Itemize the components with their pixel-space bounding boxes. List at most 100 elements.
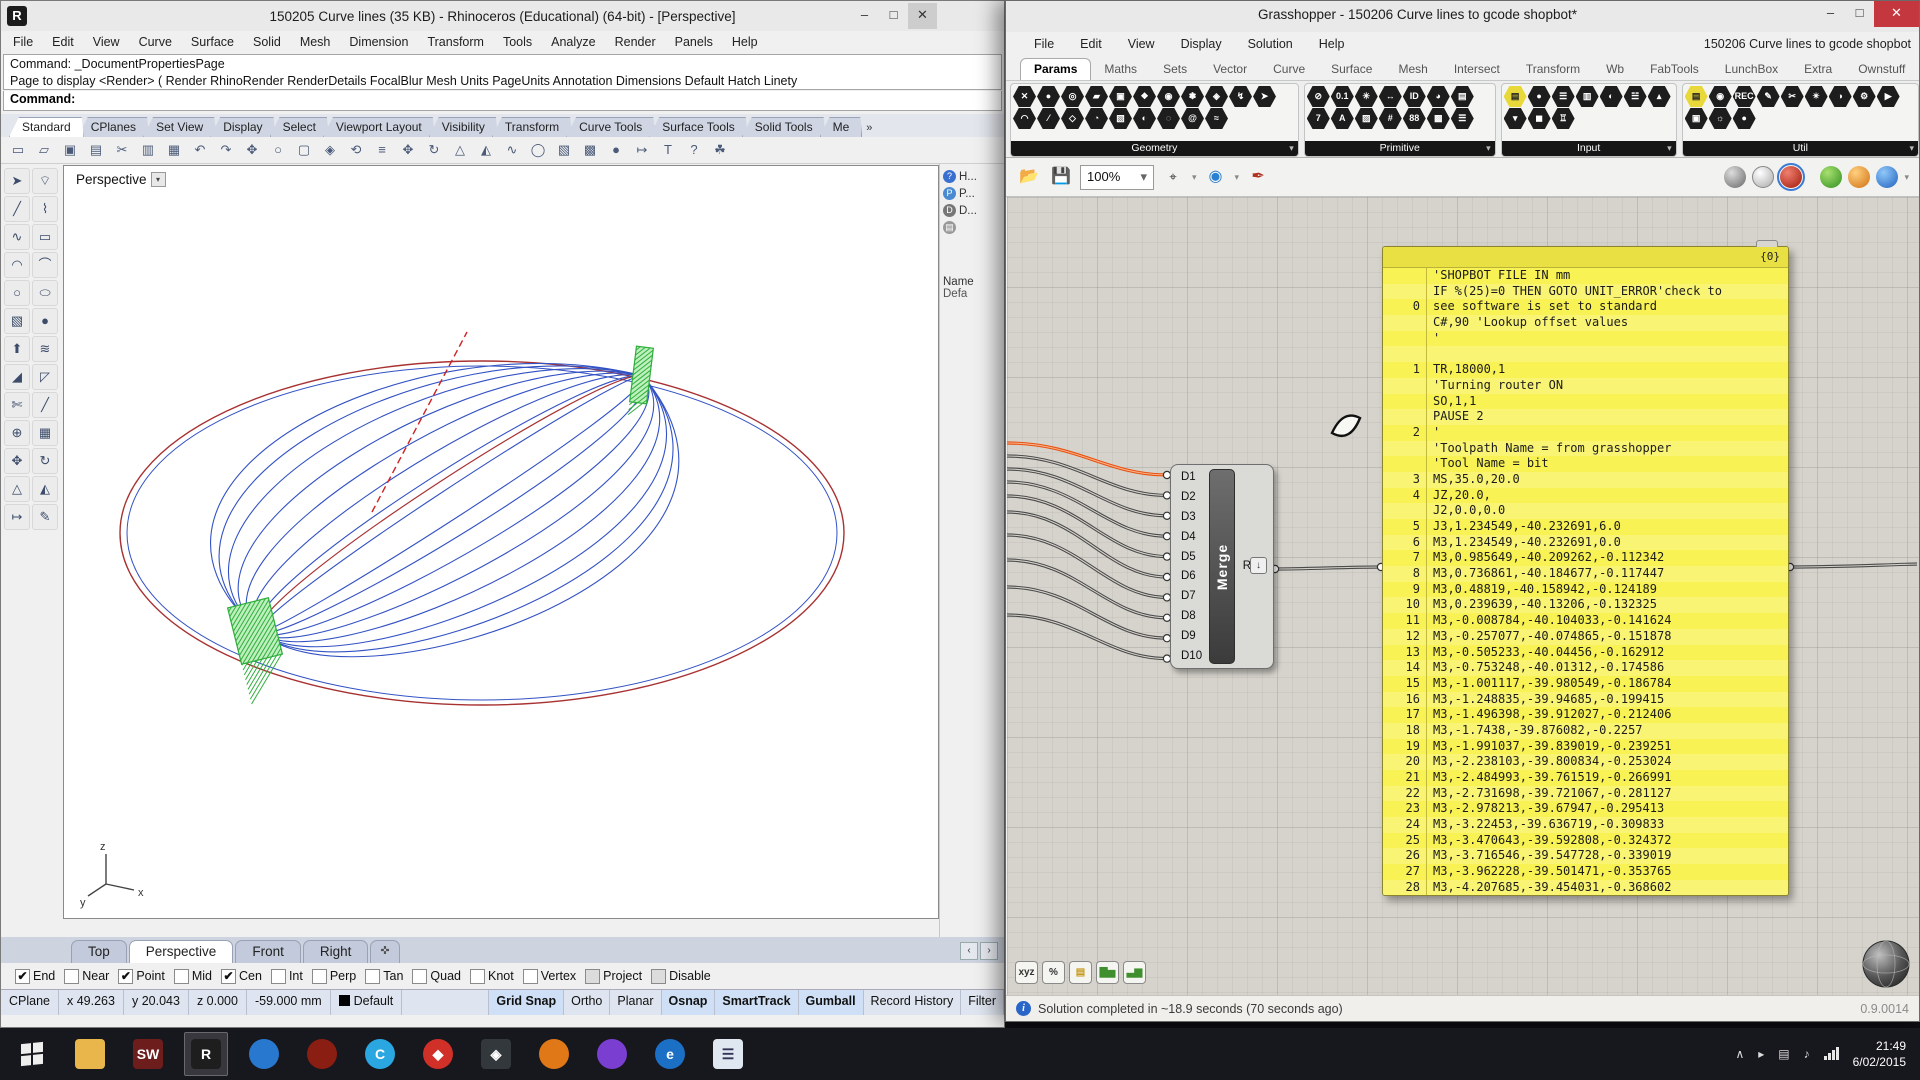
preview-eye-icon[interactable]: ◉ [1203, 164, 1229, 190]
file-explorer-icon[interactable] [68, 1032, 112, 1076]
copy-icon[interactable]: ▥ [137, 139, 159, 161]
rectangle-icon[interactable]: ▭ [32, 224, 58, 250]
help-icon[interactable]: ? [683, 139, 705, 161]
rhino-maximize-button[interactable]: □ [879, 3, 908, 29]
gh-tab-lunchbox[interactable]: LunchBox [1712, 59, 1791, 80]
layers-icon[interactable]: ≡ [371, 139, 393, 161]
gh-maximize-button[interactable]: □ [1845, 1, 1874, 27]
gh-tab-curve[interactable]: Curve [1260, 59, 1318, 80]
solidworks-icon[interactable]: SW [126, 1032, 170, 1076]
viewport-dropdown-icon[interactable]: ▾ [150, 172, 166, 187]
param-icon[interactable]: ▣ [1109, 86, 1132, 107]
panel-header[interactable]: {0} [1383, 247, 1788, 268]
palette-group-label[interactable]: Primitive ▾ [1304, 141, 1495, 156]
toolbar-tab-surface-tools[interactable]: Surface Tools [649, 117, 748, 137]
paint-app-icon[interactable] [532, 1032, 576, 1076]
split-icon[interactable]: ╱ [32, 392, 58, 418]
toolbar-tab-solid-tools[interactable]: Solid Tools [742, 117, 826, 137]
osnap-checkbox-mid[interactable] [173, 968, 189, 984]
param-icon[interactable]: ▧ [1109, 108, 1132, 129]
gh-tab-transform[interactable]: Transform [1513, 59, 1593, 80]
rhino-command-prompt[interactable]: Command: [3, 91, 1002, 111]
move-tool-icon[interactable]: ✥ [4, 448, 30, 474]
circle-tool-icon[interactable]: ○ [4, 280, 30, 306]
merge-input-d8[interactable]: D8 [1181, 610, 1202, 622]
osnap-checkbox-disable[interactable] [651, 968, 667, 984]
paint-icon[interactable]: ✎ [32, 504, 58, 530]
open-file-icon[interactable]: ▱ [33, 139, 55, 161]
param-icon[interactable]: ◑ [1828, 86, 1852, 107]
pinwheel-app-icon[interactable]: ◆ [416, 1032, 460, 1076]
param-icon[interactable]: ▰ [1085, 86, 1108, 107]
param-icon[interactable]: ➤ [1253, 86, 1276, 107]
gh-tab-ownstuff[interactable]: Ownstuff [1845, 59, 1918, 80]
zoom-extents-icon[interactable]: ⌖ [1160, 164, 1186, 190]
network-icon[interactable] [1823, 1047, 1839, 1060]
polyline-icon[interactable]: ⌇ [32, 196, 58, 222]
taskbar-clock[interactable]: 21:49 6/02/2015 [1853, 1038, 1906, 1070]
viewport-tab-top[interactable]: Top [71, 940, 127, 963]
redo-icon[interactable]: ↷ [215, 139, 237, 161]
osnap-checkbox-near[interactable] [64, 968, 80, 984]
box-tool-icon[interactable]: ▧ [4, 308, 30, 334]
merge-input-d7[interactable]: D7 [1181, 590, 1202, 602]
rhino-command-history[interactable]: Command: _DocumentPropertiesPage Page to… [3, 54, 1002, 90]
param-icon[interactable]: 0.1 [1330, 86, 1354, 107]
gh-minimize-button[interactable]: – [1816, 1, 1845, 27]
param-icon[interactable]: ◇ [1061, 108, 1084, 129]
gh-tab-surface[interactable]: Surface [1318, 59, 1385, 80]
toolbar-tab-display[interactable]: Display [210, 117, 275, 137]
param-icon[interactable]: ✂ [1780, 86, 1804, 107]
merge-component[interactable]: D1 D2 D3 D4 D5 D6 D7 D8 D9 D10 Merge R ↓ [1170, 464, 1274, 669]
canvas-compass[interactable] [1859, 937, 1913, 991]
sphere-tool-icon[interactable]: ● [32, 308, 58, 334]
menu-view[interactable]: View [93, 35, 120, 49]
param-icon[interactable]: ● [1527, 86, 1551, 107]
gh-menu-display[interactable]: Display [1181, 37, 1222, 51]
merge-input-d2[interactable]: D2 [1181, 491, 1202, 503]
toggle-gumball[interactable]: Gumball [798, 990, 864, 1015]
param-icon[interactable]: 88 [1402, 108, 1426, 129]
param-icon[interactable]: ⁄ [1037, 108, 1060, 129]
gh-menu-help[interactable]: Help [1319, 37, 1345, 51]
toggle-grid-snap[interactable]: Grid Snap [489, 990, 565, 1015]
select-arrow-icon[interactable]: ➤ [4, 168, 30, 194]
menu-surface[interactable]: Surface [191, 35, 234, 49]
merge-input-d5[interactable]: D5 [1181, 551, 1202, 563]
palette-group-label[interactable]: Geometry ▾ [1011, 141, 1298, 156]
osnap-checkbox-perp[interactable] [311, 968, 327, 984]
preview-wire-gem-icon[interactable] [1752, 166, 1775, 188]
param-icon[interactable]: ▨ [1354, 108, 1378, 129]
chrome-icon[interactable]: C [358, 1032, 402, 1076]
zoom-window-icon[interactable]: ▢ [293, 139, 315, 161]
menu-dimension[interactable]: Dimension [349, 35, 408, 49]
osnap-checkbox-end[interactable]: ✔ [15, 968, 30, 984]
toolbar-tab-set-view[interactable]: Set View [143, 117, 216, 137]
osnap-checkbox-int[interactable] [270, 968, 286, 984]
status-field-1[interactable]: x 49.263 [59, 990, 124, 1015]
gh-tab-intersect[interactable]: Intersect [1441, 59, 1513, 80]
rotate-view-icon[interactable]: ⟲ [345, 139, 367, 161]
save-file-icon[interactable]: 💾 [1048, 164, 1074, 190]
param-icon[interactable]: ✴ [1804, 86, 1828, 107]
osnap-checkbox-knot[interactable] [470, 968, 485, 984]
dimension-icon[interactable]: ↦ [631, 139, 653, 161]
toolbar-tab-select[interactable]: Select [270, 117, 329, 137]
zoom-extents-icon[interactable]: ◈ [319, 139, 341, 161]
rhino-minimize-button[interactable]: – [850, 3, 879, 29]
toggle-record-history[interactable]: Record History [864, 990, 962, 1015]
param-icon[interactable]: ❖ [1133, 86, 1156, 107]
merge-input-d4[interactable]: D4 [1181, 531, 1202, 543]
zoom-icon[interactable]: ○ [267, 139, 289, 161]
notepad-icon[interactable]: ☰ [706, 1032, 750, 1076]
status-field-4[interactable]: -59.000 mm [247, 990, 331, 1015]
fillet-icon[interactable]: ◢ [4, 364, 30, 390]
param-icon[interactable]: ◎ [1061, 86, 1084, 107]
darkred-app-icon[interactable] [300, 1032, 344, 1076]
param-icon[interactable]: ⚙ [1852, 86, 1876, 107]
param-icon[interactable]: A [1330, 108, 1354, 129]
zoom-select[interactable]: 100% ▾ [1080, 164, 1154, 190]
menu-tools[interactable]: Tools [503, 35, 532, 49]
merge-input-d1[interactable]: D1 [1181, 471, 1202, 483]
toggle-filter[interactable]: Filter [961, 990, 1004, 1015]
